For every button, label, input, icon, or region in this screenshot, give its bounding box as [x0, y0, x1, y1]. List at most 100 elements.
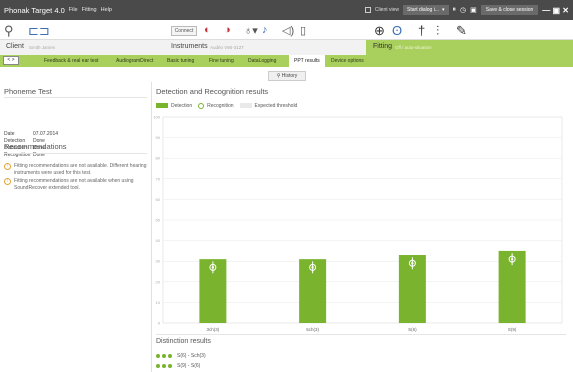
- y-tick-label: 70: [156, 176, 161, 181]
- menu-help[interactable]: Help: [101, 7, 112, 13]
- recommendation-item: Fitting recommendations are not availabl…: [14, 178, 134, 191]
- instruments-detail: Audéo V90-312T: [210, 45, 245, 50]
- recommendation-item: Fitting recommendations are not availabl…: [14, 163, 147, 176]
- speaker-icon[interactable]: ◁): [282, 24, 294, 37]
- distinction-title: Distinction results: [156, 338, 211, 345]
- recommendations-title: Recommendations: [4, 142, 67, 151]
- legend-detection-swatch: [156, 103, 168, 108]
- recognition-marker: [309, 263, 317, 271]
- status-dot: [156, 363, 160, 368]
- tab-audiogramdirect[interactable]: AudiogramDirect: [116, 55, 153, 67]
- y-tick-label: 40: [156, 238, 161, 243]
- bar-detection: [299, 259, 327, 323]
- status-dot: [162, 353, 166, 358]
- x-tick-label: S(6): [408, 327, 417, 332]
- recognition-marker: [508, 255, 516, 263]
- results-title: Detection and Recognition results: [156, 87, 269, 96]
- fitting-detail: Off / auto-situation: [395, 45, 432, 50]
- menu-file[interactable]: File: [69, 7, 78, 13]
- dialog-select[interactable]: Start dialog i... ▾: [403, 5, 449, 15]
- client-view-label: Client view: [374, 7, 400, 13]
- status-dot: [168, 363, 172, 368]
- y-tick-label: 10: [156, 300, 161, 305]
- warning-icon: !: [4, 163, 11, 170]
- chevron-down-icon: ▾: [442, 7, 445, 13]
- client-title: Client: [6, 43, 24, 50]
- recognition-marker-center: [211, 266, 215, 269]
- status-dot: [156, 353, 160, 358]
- recognition-marker-center: [311, 266, 314, 269]
- legend-recognition: Recognition: [207, 102, 234, 109]
- y-tick-label: 60: [156, 197, 161, 202]
- divider: [4, 153, 147, 154]
- y-tick-label: 100: [153, 115, 160, 120]
- x-tick-label: 5ch(3): [306, 327, 319, 332]
- window-controls[interactable]: — ▣ ✕: [542, 6, 569, 15]
- date-label: Date: [4, 131, 15, 137]
- x-tick-label: 3ch(3): [206, 327, 219, 332]
- tab-device-options[interactable]: Device options: [331, 55, 364, 67]
- ear-icon[interactable]: ♪: [262, 24, 268, 36]
- left-panel: Phoneme Test Date 07.07.2014 Detection D…: [0, 82, 151, 372]
- app-title: Phonak Target 4.0: [4, 5, 65, 15]
- battery-icon[interactable]: ▯: [300, 24, 306, 37]
- legend-detection: Detection: [171, 102, 193, 109]
- hearing-aid-left-icon[interactable]: ◑: [224, 24, 231, 36]
- warning-icon: !: [4, 178, 11, 185]
- panel-divider: [151, 82, 152, 372]
- toolbar: ⚲ ⊏⊐ Connect ◐ ◑ ♁▾ ♪ ◁) ▯ ⊕ ʘ † ⫶ ✎: [0, 20, 573, 40]
- bar-detection: [199, 259, 227, 323]
- instruments-title: Instruments: [171, 43, 208, 50]
- ear-fitting-icon[interactable]: ʘ: [392, 23, 402, 38]
- recognition-marker: [408, 259, 416, 267]
- bar-detection: [398, 255, 426, 323]
- tab-datalogging[interactable]: DataLogging: [248, 55, 276, 67]
- recognition-marker-center: [411, 262, 414, 265]
- y-tick-label: 0: [158, 321, 161, 326]
- status-dot: [168, 353, 172, 358]
- audiogram-icon[interactable]: ⊏⊐: [28, 23, 50, 39]
- chart-legend: Detection Recognition Expected threshold: [156, 101, 297, 110]
- mic-icon[interactable]: †: [418, 23, 425, 38]
- hearing-aid-right-icon[interactable]: ◐: [204, 24, 211, 36]
- save-close-button[interactable]: Save & close session: [480, 5, 539, 15]
- tab-scroll-arrows[interactable]: < >: [3, 56, 19, 65]
- remote-icon[interactable]: ♁▾: [244, 24, 258, 37]
- status-dot: [162, 363, 166, 368]
- legend-recognition-marker: [198, 102, 205, 109]
- tab-fine-tuning[interactable]: Fine tuning: [209, 55, 234, 67]
- menu-fitting[interactable]: Fitting: [82, 7, 97, 13]
- plot-frame: [162, 116, 563, 324]
- clock-icon[interactable]: ◷: [460, 6, 466, 14]
- client-name: Smith James: [29, 45, 56, 50]
- y-tick-label: 80: [156, 156, 161, 161]
- title-bar: Phonak Target 4.0 File Fitting Help Clie…: [0, 0, 573, 20]
- fitting-header: Fitting Off / auto-situation: [366, 40, 573, 55]
- history-button[interactable]: ⚲ History: [268, 71, 306, 81]
- tab-feedback[interactable]: Feedback & real ear test: [44, 55, 98, 67]
- tools-icon[interactable]: ✎: [456, 23, 467, 39]
- equalizer-icon[interactable]: ⫶: [436, 23, 439, 39]
- tab-bar: < > Feedback & real ear test AudiogramDi…: [0, 55, 573, 67]
- bar-detection: [498, 250, 526, 323]
- divider: [156, 334, 566, 335]
- tab-ppt-results[interactable]: PPT results: [289, 55, 325, 67]
- pause-icon[interactable]: ⏸: [453, 6, 457, 14]
- y-tick-label: 50: [156, 218, 161, 223]
- legend-expected-swatch: [239, 103, 252, 108]
- y-tick-label: 20: [156, 279, 161, 284]
- x-tick-label: S(9): [508, 327, 517, 332]
- divider: [4, 97, 147, 98]
- tab-basic-tuning[interactable]: Basic tuning: [167, 55, 194, 67]
- target-icon[interactable]: ⊕: [374, 23, 385, 39]
- connect-button[interactable]: Connect: [171, 26, 197, 36]
- client-view-checkbox[interactable]: [364, 7, 371, 13]
- recognition-marker: [209, 263, 217, 271]
- client-icon[interactable]: ⚲: [4, 23, 14, 39]
- distinction-row: S(9) - S(6): [156, 362, 200, 369]
- legend-expected: Expected threshold: [254, 102, 298, 109]
- date-value: 07.07.2014: [33, 131, 59, 137]
- y-tick-label: 30: [156, 259, 161, 264]
- y-tick-label: 90: [156, 135, 161, 140]
- save-icon[interactable]: ▣: [470, 6, 477, 14]
